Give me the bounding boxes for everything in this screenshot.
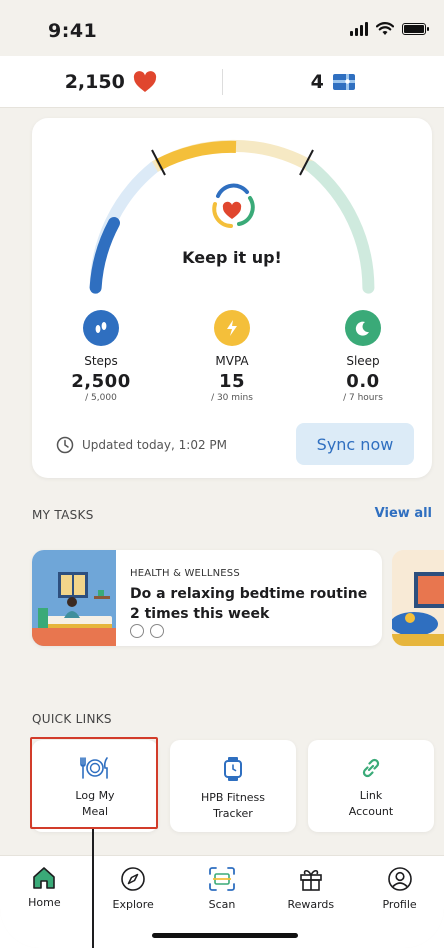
sleep-metric[interactable]: Sleep 0.0 / 7 hours	[308, 310, 418, 403]
nav-label: Explore	[112, 898, 154, 911]
steps-metric[interactable]: Steps 2,500 / 5,000	[46, 310, 156, 403]
nav-label: Rewards	[287, 898, 335, 911]
quick-link-label: Link Account	[348, 789, 394, 818]
mvpa-metric[interactable]: MVPA 15 / 30 mins	[177, 310, 287, 403]
status-icons	[350, 22, 429, 36]
signal-icon	[350, 22, 368, 36]
updated-text: Updated today, 1:02 PM	[82, 438, 227, 452]
nav-profile[interactable]: Profile	[355, 856, 444, 948]
quick-links-title: QUICK LINKS	[32, 712, 112, 726]
metric-label: MVPA	[215, 354, 249, 368]
metric-goal: / 30 mins	[211, 393, 253, 403]
task-card[interactable]: HEALTH & WELLNESS Do a relaxing bedtime …	[32, 550, 382, 646]
view-all-link[interactable]: View all	[375, 506, 432, 521]
clock-icon	[56, 436, 74, 454]
nav-label: Scan	[208, 898, 236, 911]
activity-card: Keep it up! Steps 2,500 / 5,000 MVPA 15 …	[32, 118, 432, 478]
metric-goal: / 7 hours	[343, 393, 383, 403]
compass-icon	[121, 867, 145, 891]
home-indicator	[152, 933, 298, 938]
task-card-partial[interactable]	[392, 550, 444, 646]
metric-label: Sleep	[346, 354, 380, 368]
scan-icon	[209, 867, 235, 891]
boxes-total[interactable]: 4	[223, 71, 444, 93]
points-total[interactable]: 2,150	[0, 71, 222, 93]
shoe-icon	[83, 310, 119, 346]
status-bar: 9:41	[0, 0, 444, 56]
my-tasks-title: MY TASKS	[32, 508, 94, 522]
gift-icon	[299, 869, 322, 891]
encouragement-message: Keep it up!	[182, 248, 282, 267]
nav-home[interactable]: Home	[0, 856, 89, 948]
task-progress	[130, 624, 164, 638]
plate-utensils-icon	[80, 757, 108, 779]
quick-link-label: Log My Meal	[75, 789, 115, 818]
sync-now-button[interactable]: Sync now	[296, 423, 414, 465]
nav-label: Profile	[382, 898, 417, 911]
heart-icon	[133, 70, 156, 92]
home-icon	[33, 867, 56, 889]
points-bar: 2,150 4	[0, 56, 444, 108]
lightning-icon	[214, 310, 250, 346]
last-updated: Updated today, 1:02 PM	[56, 436, 227, 454]
metric-value: 0.0	[346, 371, 380, 392]
battery-icon	[402, 23, 429, 35]
task-illustration-partial	[392, 550, 444, 646]
boxes-value: 4	[310, 70, 324, 93]
gift-box-icon	[332, 73, 355, 90]
profile-icon	[387, 867, 412, 891]
metric-label: Steps	[84, 354, 118, 368]
nav-label: Home	[28, 896, 61, 909]
bedtime-illustration	[32, 550, 116, 646]
task-category: HEALTH & WELLNESS	[130, 568, 240, 579]
points-value: 2,150	[64, 70, 125, 93]
phone-screen: 9:41 2,150 4 Keep it up! Steps 2,500 / 5…	[0, 0, 444, 948]
metric-value: 2,500	[71, 371, 131, 392]
status-time: 9:41	[48, 20, 98, 42]
task-title: Do a relaxing bedtime routine 2 times th…	[130, 586, 368, 622]
quick-link-label: HPB Fitness Tracker	[200, 791, 266, 820]
hpb-fitness-tracker-link[interactable]: HPB Fitness Tracker	[170, 740, 296, 832]
log-my-meal-link[interactable]: Log My Meal	[32, 740, 158, 832]
link-icon	[362, 758, 380, 778]
activity-gauge	[89, 139, 375, 294]
progress-circle-empty	[130, 624, 144, 638]
watch-icon	[224, 757, 242, 781]
metric-goal: / 5,000	[85, 393, 117, 403]
refresh-heart-icon	[212, 183, 255, 228]
quick-links: Log My Meal HPB Fitness Tracker Link Accoun…	[32, 740, 434, 832]
metric-value: 15	[218, 371, 246, 392]
moon-icon	[345, 310, 381, 346]
wifi-icon	[376, 22, 394, 35]
progress-circle-empty	[150, 624, 164, 638]
annotation-pointer-line	[92, 829, 94, 948]
link-account-link[interactable]: Link Account	[308, 740, 434, 832]
